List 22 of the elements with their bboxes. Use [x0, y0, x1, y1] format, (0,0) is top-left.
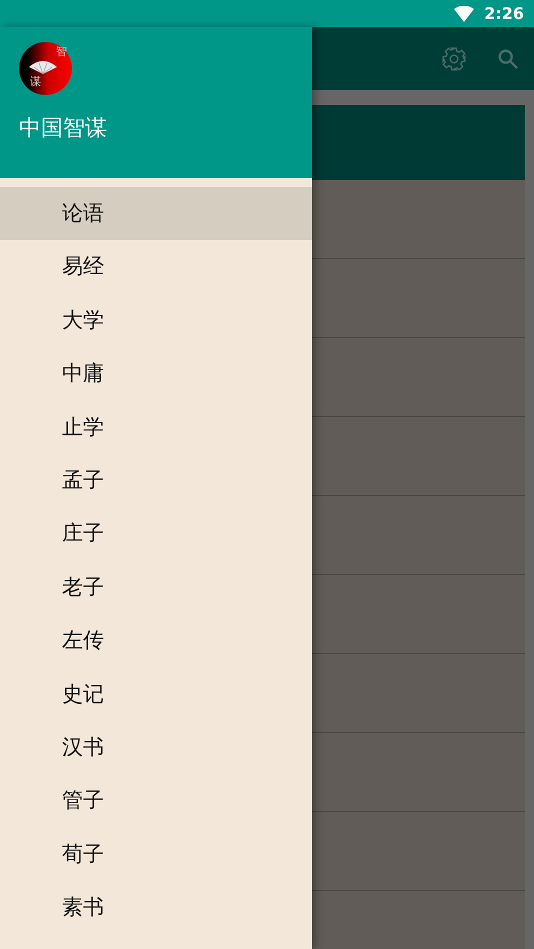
search-icon[interactable]	[497, 48, 519, 70]
drawer-item[interactable]: 孟子	[0, 454, 312, 508]
drawer-item[interactable]: 管子	[0, 774, 312, 828]
status-time: 2:26	[484, 4, 524, 23]
drawer-item[interactable]: 荀子	[0, 828, 312, 882]
drawer-item[interactable]: 庄子	[0, 507, 312, 561]
drawer-item[interactable]: 大学	[0, 294, 312, 348]
drawer-item[interactable]: 止学	[0, 400, 312, 454]
fan-icon	[28, 59, 58, 75]
drawer-item[interactable]: 汉书	[0, 720, 312, 774]
drawer-item[interactable]: 老子	[0, 560, 312, 614]
wifi-icon	[454, 6, 474, 22]
app-title: 中国智谋	[19, 115, 108, 143]
logo-character: 谋	[30, 74, 41, 89]
drawer-item[interactable]: 论语	[0, 187, 312, 240]
drawer-item[interactable]: 易经	[0, 240, 312, 294]
settings-icon[interactable]	[441, 46, 467, 72]
drawer-item[interactable]: 素书	[0, 881, 312, 934]
logo-character: 智	[56, 44, 67, 59]
drawer-item[interactable]: 史记	[0, 668, 312, 721]
drawer-item[interactable]: 中庸	[0, 347, 312, 401]
drawer-item[interactable]: 左传	[0, 614, 312, 668]
